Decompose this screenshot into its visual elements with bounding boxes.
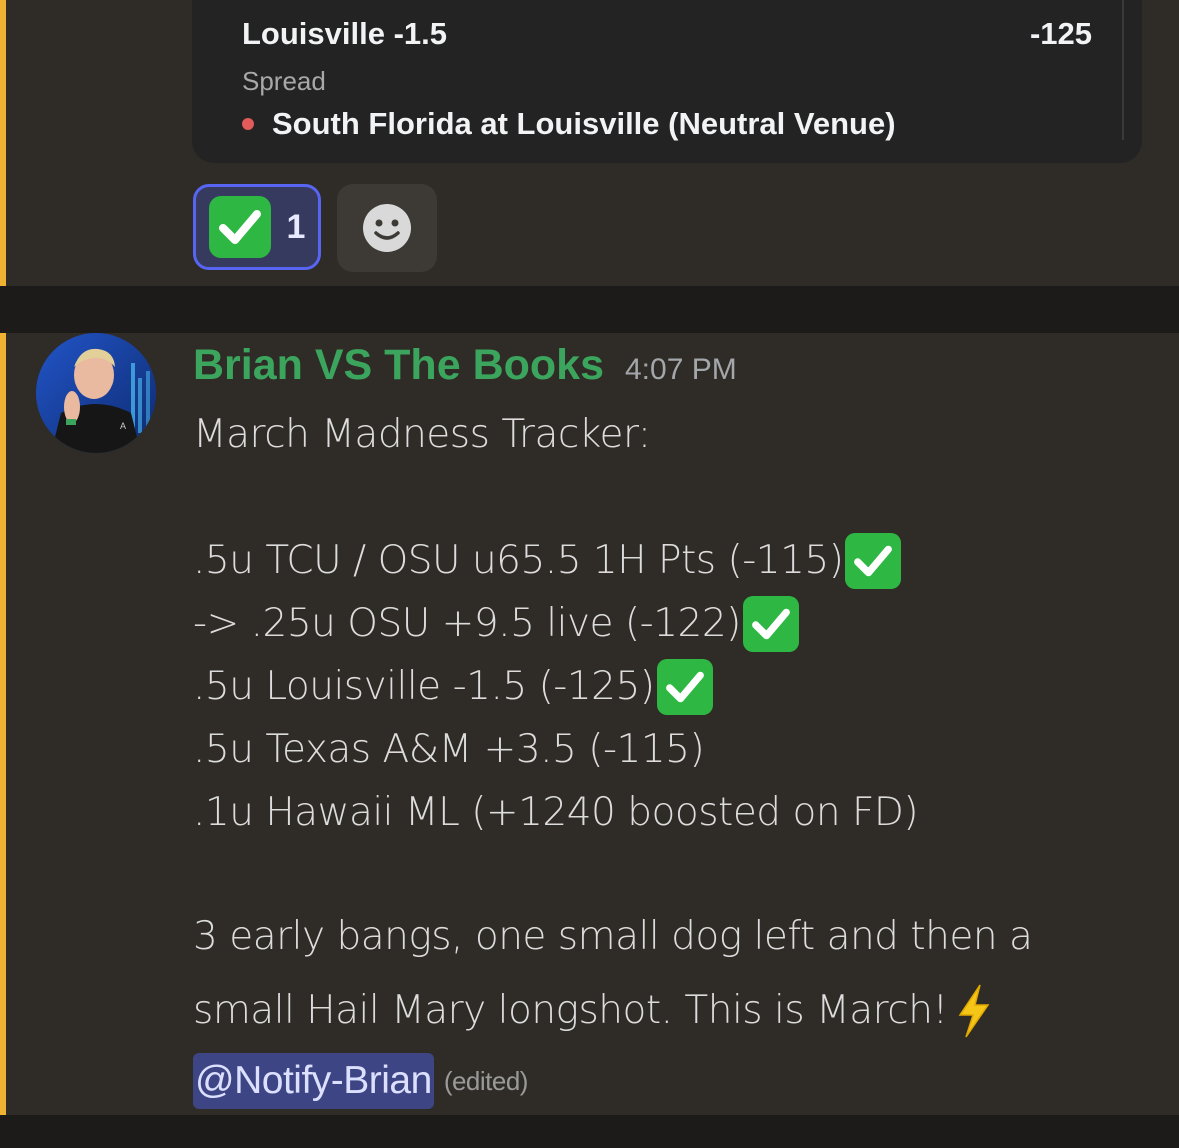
mention-highlight-bar bbox=[0, 333, 6, 1115]
smiley-icon bbox=[363, 204, 411, 252]
embed-border bbox=[1122, 0, 1124, 140]
add-reaction-button[interactable] bbox=[337, 184, 437, 272]
bet-title: Louisville -1.5 bbox=[242, 16, 448, 51]
bet-odds: -125 bbox=[1029, 16, 1092, 51]
role-mention[interactable]: @Notify-Brian bbox=[193, 1053, 434, 1109]
bet-text: .1u Hawaii ML (+1240 boosted on FD) bbox=[193, 790, 919, 835]
message-content: March Madness Tracker: .5u TCU / OSU u65… bbox=[193, 403, 1153, 1114]
previous-message: Louisville -1.5 -125 Spread South Florid… bbox=[0, 0, 1179, 286]
bet-text: .5u Louisville -1.5 (-125) bbox=[193, 664, 655, 709]
message-divider bbox=[0, 286, 1179, 333]
status-dot-icon bbox=[242, 118, 254, 130]
bet-text: .5u TCU / OSU u65.5 1H Pts (-115) bbox=[193, 538, 844, 583]
message-line: March Madness Tracker: bbox=[193, 412, 651, 457]
white-check-mark-icon bbox=[656, 658, 713, 715]
bet-line: .5u TCU / OSU u65.5 1H Pts (-115) bbox=[193, 529, 1153, 592]
author-name[interactable]: Brian VS The Books bbox=[193, 341, 604, 390]
bet-game: South Florida at Louisville (Neutral Ven… bbox=[272, 106, 896, 141]
svg-text:A: A bbox=[120, 421, 126, 431]
bet-line: -> .25u OSU +9.5 live (-122) bbox=[193, 592, 1153, 655]
message-line: 3 early bangs, one small dog left and th… bbox=[193, 914, 1033, 959]
edited-label: (edited) bbox=[443, 1065, 529, 1096]
bet-line: .1u Hawaii ML (+1240 boosted on FD) bbox=[193, 781, 1153, 844]
mention-highlight-bar bbox=[0, 0, 6, 286]
white-check-mark-icon bbox=[208, 196, 271, 258]
avatar[interactable]: A bbox=[36, 333, 156, 453]
bet-text: .5u Texas A&M +3.5 (-115) bbox=[193, 727, 705, 772]
reaction-count: 1 bbox=[286, 207, 306, 246]
bet-line: .5u Texas A&M +3.5 (-115) bbox=[193, 718, 1153, 781]
bet-type: Spread bbox=[242, 66, 326, 96]
bet-text: -> .25u OSU +9.5 live (-122) bbox=[193, 601, 741, 646]
mention-line: @Notify-Brian (edited) bbox=[193, 1048, 1153, 1114]
message-text: small Hail Mary longshot. This is March! bbox=[193, 988, 948, 1033]
timestamp: 4:07 PM bbox=[625, 353, 737, 386]
bet-line: .5u Louisville -1.5 (-125) bbox=[193, 655, 1153, 718]
bet-game-row: South Florida at Louisville (Neutral Ven… bbox=[242, 106, 896, 142]
message-line: small Hail Mary longshot. This is March! bbox=[193, 974, 1153, 1048]
message: A Brian VS The Books 4:07 PM March Madne… bbox=[0, 333, 1179, 1115]
reaction-check-button[interactable]: 1 bbox=[193, 184, 321, 270]
bet-embed-card[interactable]: Louisville -1.5 -125 Spread South Florid… bbox=[192, 0, 1142, 163]
white-check-mark-icon bbox=[742, 595, 799, 652]
white-check-mark-icon bbox=[845, 532, 902, 589]
bottom-divider bbox=[0, 1115, 1179, 1148]
lightning-icon bbox=[954, 983, 994, 1039]
